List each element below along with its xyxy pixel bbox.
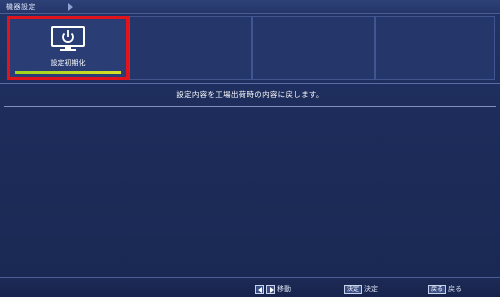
- divider: [0, 83, 500, 84]
- progress-bar-fill: [15, 71, 121, 74]
- title-bar: 機器設定: [0, 0, 500, 14]
- menu-tiles: 設定初期化: [7, 16, 495, 80]
- tile-reset-settings[interactable]: 設定初期化: [7, 16, 129, 80]
- tile-empty-2[interactable]: [129, 16, 252, 80]
- enter-key-icon: 決定: [344, 284, 363, 294]
- hint-enter: 決定 決定: [344, 284, 378, 294]
- divider: [4, 106, 496, 107]
- back-key-icon: 戻る: [428, 284, 447, 294]
- hint-back: 戻る 戻る: [428, 284, 462, 294]
- left-arrow-icon: [255, 284, 264, 294]
- hint-move: 移動: [255, 284, 291, 294]
- tile-empty-4[interactable]: [375, 16, 495, 80]
- breadcrumb-arrow-icon: [68, 3, 73, 11]
- description-text: 設定内容を工場出荷時の内容に戻します。: [176, 90, 324, 99]
- progress-bar: [15, 71, 121, 74]
- tile-empty-3[interactable]: [252, 16, 375, 80]
- hint-move-label: 移動: [277, 285, 291, 293]
- settings-screen: 機器設定 設定初期化 設定内容を工場出荷時の内容に戻します。 移動 決定 決定 …: [0, 0, 500, 297]
- window-title: 機器設定: [6, 3, 36, 11]
- right-arrow-icon: [266, 284, 275, 294]
- power-monitor-icon: [51, 26, 85, 51]
- footer-hints: 移動 決定 決定 戻る 戻る: [0, 277, 500, 297]
- hint-enter-label: 決定: [364, 285, 379, 293]
- hint-back-label: 戻る: [448, 285, 463, 293]
- tile-label: 設定初期化: [50, 59, 86, 67]
